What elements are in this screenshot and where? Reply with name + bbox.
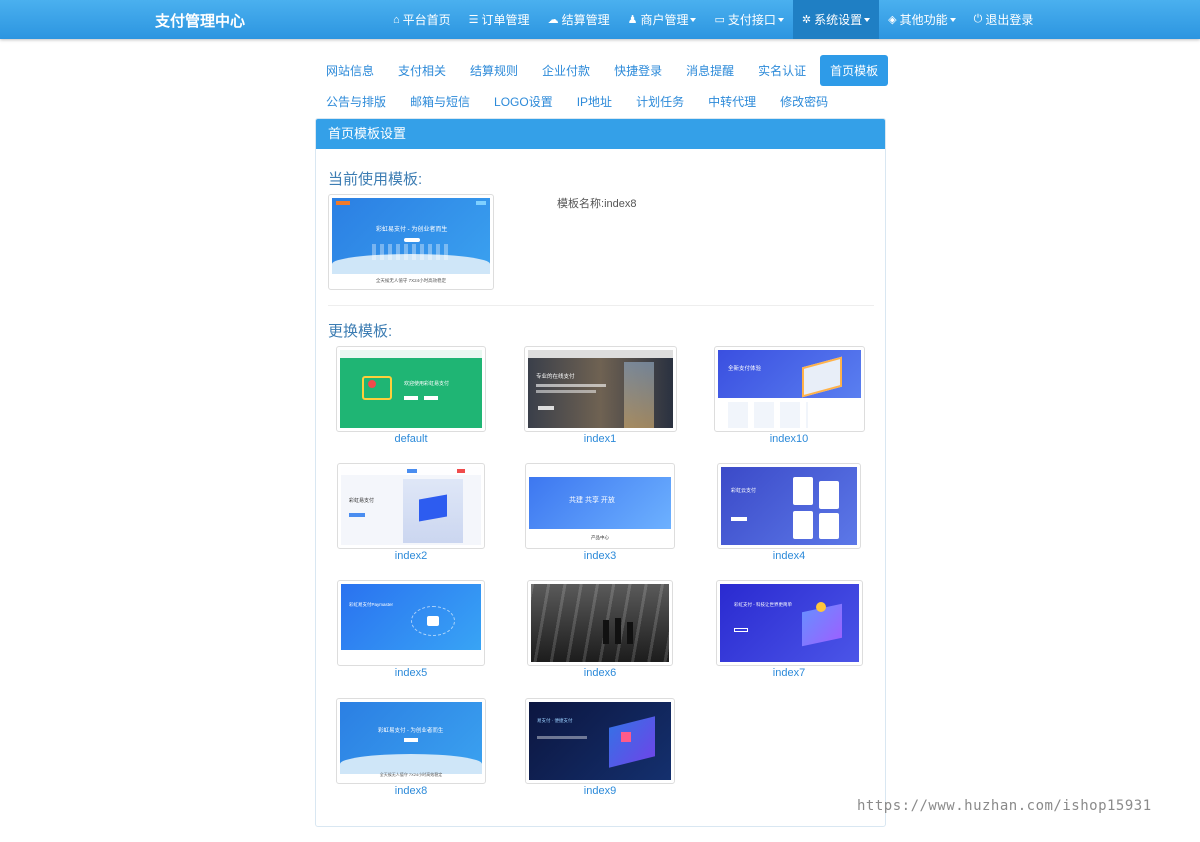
- credit-card-icon: ▭: [714, 14, 725, 26]
- nav-item-8[interactable]: ⏻ 退出登录: [965, 0, 1043, 39]
- settings-tab-row1-3[interactable]: 结算规则: [460, 55, 528, 86]
- template-label-default[interactable]: default: [336, 433, 486, 445]
- template-settings-panel: 首页模板设置 当前使用模板: 彩虹易支付 - 为创业者而生 全天候无人值守 7X…: [315, 118, 886, 827]
- template-label-index6[interactable]: index6: [525, 667, 675, 679]
- index7-thumb-hero-text: 彩虹支付 - 科技让世界更简单: [734, 602, 792, 607]
- nav-item-label: 支付接口: [727, 13, 776, 27]
- template-thumb-index6[interactable]: [527, 580, 673, 666]
- template-label-index7[interactable]: index7: [714, 667, 864, 679]
- settings-tab-row1-2[interactable]: 支付相关: [388, 55, 456, 86]
- index9-thumb-hero-text: 易支付 · 便捷支付: [537, 718, 573, 723]
- nav-item-label: 商户管理: [640, 13, 689, 27]
- template-thumb-index5[interactable]: 彩虹易支付Paymaster: [337, 580, 485, 666]
- caret-down-icon: [690, 17, 697, 22]
- section-divider: [328, 305, 874, 306]
- nav-item-4[interactable]: ♟ 商户管理: [619, 0, 706, 39]
- current-template-heading: 当前使用模板:: [328, 171, 423, 188]
- caret-down-icon: [949, 17, 956, 22]
- current-template-thumbnail[interactable]: 彩虹易支付 - 为创业者而生 全天候无人值守 7X24小时高效稳定: [328, 194, 494, 290]
- template-thumb-index4[interactable]: 彩虹云支付: [717, 463, 861, 549]
- nav-item-3[interactable]: ☁ 结算管理: [539, 0, 619, 39]
- caret-down-icon: [777, 17, 784, 22]
- current-thumb-footer-text: 全天候无人值守 7X24小时高效稳定: [375, 278, 447, 283]
- nav-item-label: 其他功能: [899, 13, 948, 27]
- watermark-text: https://www.huzhan.com/ishop15931: [857, 798, 1152, 814]
- template-name-label: 模板名称:: [557, 198, 605, 210]
- power-icon: ⏻: [973, 13, 983, 25]
- current-template-name: 模板名称:index8: [557, 195, 636, 211]
- top-navbar: 支付管理中心 ⌂ 平台首页 ☰ 订单管理 ☁ 结算管理 ♟ 商户管理 ▭ 支付接口 ✲ 系统设置 ◈ 其他…: [0, 0, 1200, 39]
- template-thumb-index3[interactable]: 共建 共享 开放 产品中心: [525, 463, 675, 549]
- nav-item-label: 退出登录: [985, 13, 1034, 27]
- nav-item-label: 订单管理: [481, 13, 530, 27]
- current-thumb-hero-text: 彩虹易支付 - 为创业者而生: [376, 227, 448, 233]
- change-template-heading: 更换模板:: [328, 323, 393, 340]
- nav-item-7[interactable]: ◈ 其他功能: [879, 0, 964, 39]
- cube-icon: ◈: [888, 14, 897, 26]
- main-nav: ⌂ 平台首页 ☰ 订单管理 ☁ 结算管理 ♟ 商户管理 ▭ 支付接口 ✲ 系统设置 ◈ 其他功能 ⏻ 退出登录: [384, 0, 1042, 39]
- list-icon: ☰: [468, 14, 479, 26]
- settings-tab-row2-1[interactable]: 公告与排版: [316, 86, 396, 117]
- template-label-index2[interactable]: index2: [336, 550, 486, 562]
- settings-tab-row1-4[interactable]: 企业付款: [532, 55, 600, 86]
- nav-item-5[interactable]: ▭ 支付接口: [705, 0, 792, 39]
- index2-thumb-hero-text: 彩虹易支付: [349, 498, 375, 504]
- template-thumb-index10[interactable]: 全新支付体验: [714, 346, 865, 432]
- template-thumb-index8[interactable]: 彩虹易支付 - 为创业者而生 全天候无人值守 7X24小时高效稳定: [336, 698, 486, 784]
- settings-tabs-row1: 网站信息 支付相关 结算规则 企业付款 快捷登录 消息提醒 实名认证 首页模板: [316, 55, 889, 86]
- caret-down-icon: [864, 17, 871, 22]
- template-label-index5[interactable]: index5: [336, 667, 486, 679]
- settings-tab-row1-7[interactable]: 实名认证: [748, 55, 816, 86]
- user-icon: ♟: [627, 14, 638, 26]
- index8-thumb-hero-text: 彩虹易支付 - 为创业者而生: [378, 728, 444, 734]
- index4-thumb-hero-text: 彩虹云支付: [731, 488, 757, 494]
- settings-tab-row1-8[interactable]: 首页模板: [820, 55, 889, 86]
- settings-tabs-row2: 公告与排版 邮箱与短信 LOGO设置 IP地址 计划任务 中转代理 修改密码: [316, 86, 886, 117]
- nav-item-label: 系统设置: [814, 13, 863, 27]
- nav-item-1[interactable]: ⌂ 平台首页: [384, 0, 460, 39]
- default-thumb-hero-text: 欢迎使用彩虹易支付: [404, 381, 450, 387]
- template-label-index9[interactable]: index9: [525, 785, 675, 797]
- index1-thumb-hero-text: 专业的在线支付: [536, 374, 575, 380]
- index5-thumb-hero-text: 彩虹易支付Paymaster: [349, 602, 394, 607]
- template-thumb-index7[interactable]: 彩虹支付 - 科技让世界更简单: [716, 580, 863, 666]
- template-label-index8[interactable]: index8: [336, 785, 486, 797]
- nav-item-label: 平台首页: [402, 13, 451, 27]
- template-label-index4[interactable]: index4: [714, 550, 864, 562]
- index3-thumb-sub-text: 产品中心: [591, 535, 609, 540]
- settings-tab-row1-6[interactable]: 消息提醒: [676, 55, 744, 86]
- index8-thumb-footer-text: 全天候无人值守 7X24小时高效稳定: [379, 772, 443, 777]
- template-thumb-default[interactable]: 欢迎使用彩虹易支付: [336, 346, 486, 432]
- template-thumb-index1[interactable]: 专业的在线支付: [524, 346, 677, 432]
- settings-tab-row2-3[interactable]: LOGO设置: [484, 86, 563, 117]
- template-thumb-index9[interactable]: 易支付 · 便捷支付: [525, 698, 675, 784]
- gear-icon: ✲: [801, 14, 812, 26]
- settings-tab-row2-7[interactable]: 修改密码: [770, 86, 838, 117]
- nav-item-label: 结算管理: [561, 13, 610, 27]
- settings-tabs: 网站信息 支付相关 结算规则 企业付款 快捷登录 消息提醒 实名认证 首页模板 公告与排版 邮箱…: [316, 55, 889, 117]
- settings-tab-row2-5[interactable]: 计划任务: [626, 86, 694, 117]
- nav-item-6[interactable]: ✲ 系统设置: [792, 0, 880, 39]
- home-icon: ⌂: [393, 13, 400, 26]
- template-label-index10[interactable]: index10: [714, 433, 864, 445]
- settings-tab-row2-6[interactable]: 中转代理: [698, 86, 766, 117]
- brand-title[interactable]: 支付管理中心: [155, 10, 245, 31]
- template-thumb-index2[interactable]: 彩虹易支付: [337, 463, 485, 549]
- template-label-index1[interactable]: index1: [525, 433, 675, 445]
- settings-tab-row1-5[interactable]: 快捷登录: [604, 55, 672, 86]
- cloud-icon: ☁: [547, 14, 559, 26]
- panel-title: 首页模板设置: [316, 119, 885, 149]
- nav-item-2[interactable]: ☰ 订单管理: [460, 0, 539, 39]
- template-name-value: index8: [604, 198, 637, 210]
- settings-tab-row2-2[interactable]: 邮箱与短信: [400, 86, 480, 117]
- index10-thumb-hero-text: 全新支付体验: [728, 366, 762, 372]
- settings-tab-row2-4[interactable]: IP地址: [567, 86, 622, 117]
- settings-tab-row1-1[interactable]: 网站信息: [316, 55, 384, 86]
- index3-thumb-hero-text: 共建 共享 开放: [569, 497, 615, 504]
- template-label-index3[interactable]: index3: [525, 550, 675, 562]
